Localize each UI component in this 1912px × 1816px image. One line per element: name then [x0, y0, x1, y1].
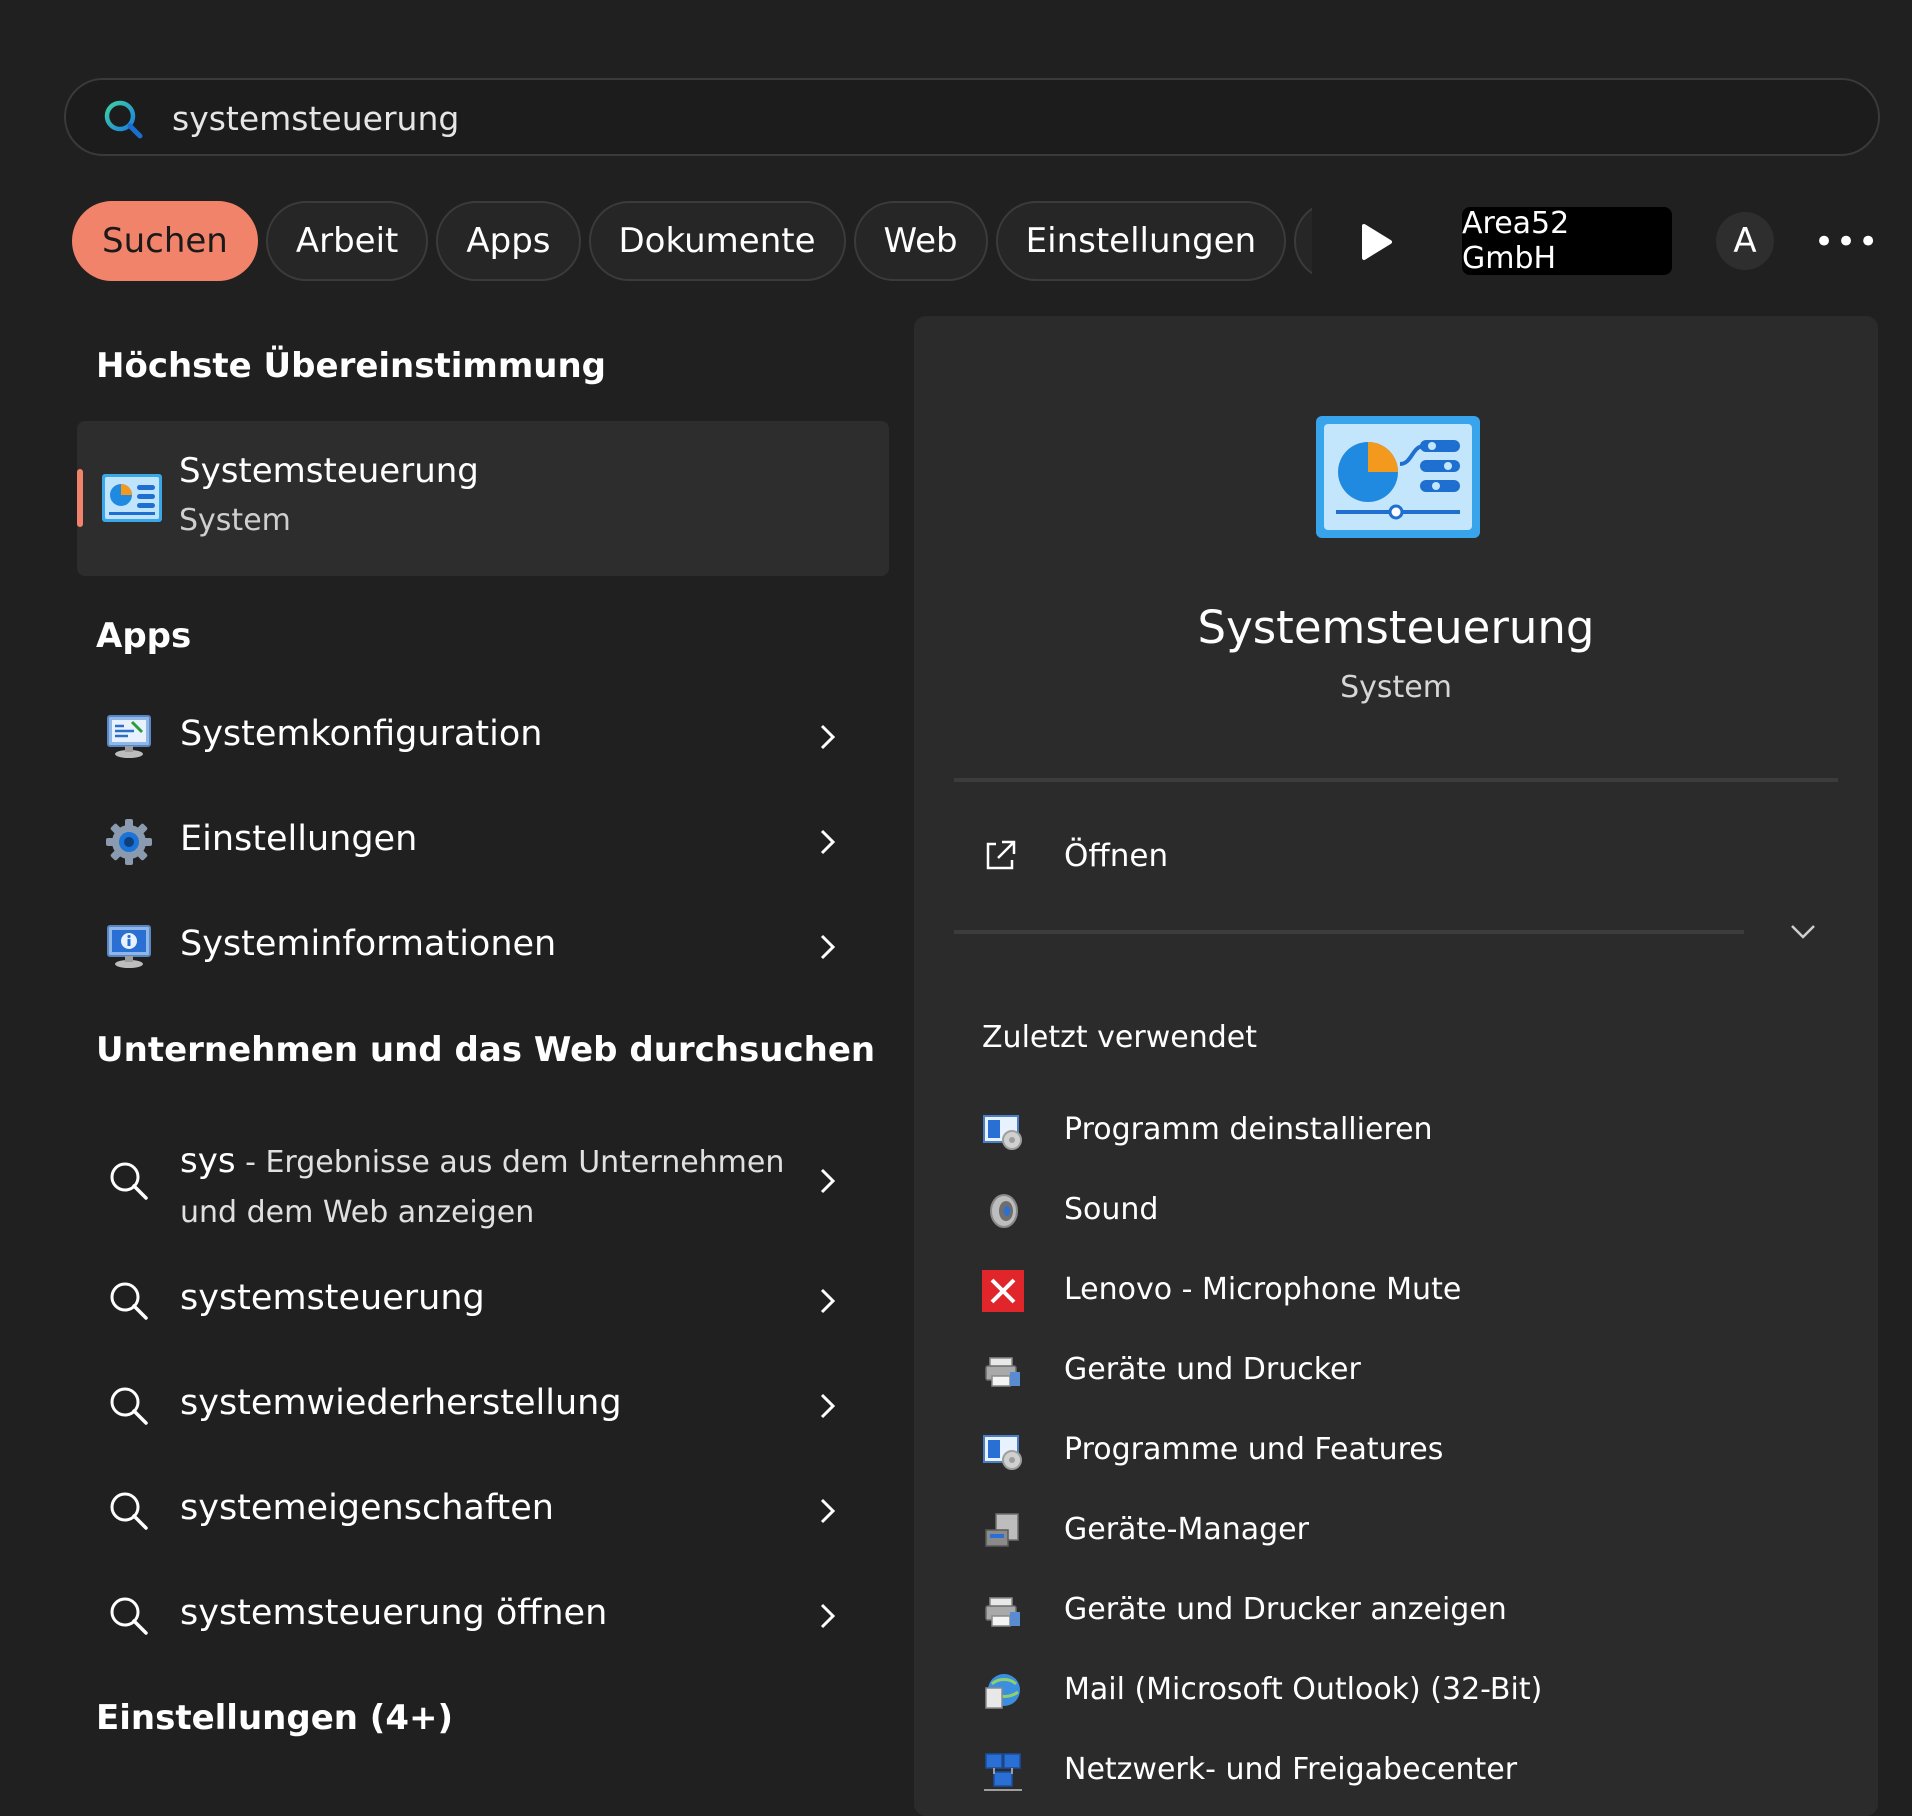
- app-result-systemkonfiguration[interactable]: Systemkonfiguration: [96, 692, 876, 782]
- search-window: SuchenArbeitAppsDokumenteWebEinstellunge…: [4, 0, 1912, 1816]
- chevron-right-icon[interactable]: [816, 1389, 840, 1423]
- programs-icon: [983, 1115, 1022, 1150]
- open-external-icon: [986, 840, 1016, 870]
- recent-item[interactable]: Geräte und Drucker: [982, 1340, 1782, 1400]
- recent-item[interactable]: Programme und Features: [982, 1420, 1782, 1480]
- recent-item[interactable]: Programm deinstallieren: [982, 1100, 1782, 1160]
- tab-dokumente[interactable]: Dokumente: [588, 201, 846, 281]
- control-panel-icon: [102, 474, 162, 522]
- org-badge[interactable]: Area52 GmbH: [1462, 206, 1672, 276]
- web-result-label: systemwiederherstellung: [180, 1383, 622, 1423]
- network-icon: [984, 1753, 1022, 1791]
- programs-icon: [983, 1435, 1022, 1470]
- preview-subtitle: System: [1340, 670, 1452, 705]
- settings-gear-icon: [106, 819, 152, 865]
- system-information-icon: [107, 925, 151, 968]
- app-result-einstellungen[interactable]: Einstellungen: [96, 797, 876, 887]
- recent-item[interactable]: Sound: [982, 1180, 1782, 1240]
- more-options-icon[interactable]: •••: [1814, 222, 1878, 262]
- web-result-systemsteuerung-oeffnen[interactable]: systemsteuerung öffnen: [96, 1571, 876, 1661]
- recent-item-label: Programm deinstallieren: [1064, 1112, 1433, 1147]
- open-action[interactable]: Öffnen: [982, 828, 1582, 888]
- preview-title: Systemsteuerung: [1197, 601, 1595, 654]
- chevron-right-icon[interactable]: [816, 930, 840, 964]
- chevron-right-icon[interactable]: [816, 825, 840, 859]
- recent-item-label: Netzwerk- und Freigabecenter: [1064, 1752, 1518, 1787]
- search-icon: [110, 1597, 148, 1635]
- printer-icon: [985, 1597, 1020, 1627]
- recent-item[interactable]: Geräte und Drucker anzeigen: [982, 1580, 1782, 1640]
- chevron-right-icon[interactable]: [816, 1284, 840, 1318]
- search-icon: [110, 1282, 148, 1320]
- chevron-right-icon[interactable]: [816, 1599, 840, 1633]
- recent-item[interactable]: Netzwerk- und Freigabecenter: [982, 1740, 1782, 1800]
- chevron-right-icon[interactable]: [816, 720, 840, 754]
- recent-item-label: Geräte und Drucker anzeigen: [1064, 1592, 1507, 1627]
- avatar[interactable]: A: [1716, 212, 1774, 270]
- mail-icon: [985, 1674, 1020, 1709]
- web-result-systemwiederherstellung[interactable]: systemwiederherstellung: [96, 1361, 876, 1451]
- preview-panel: Systemsteuerung System Öffnen Zuletzt ve…: [914, 316, 1878, 1816]
- web-result-text: sys - Ergebnisse aus dem Unternehmen und…: [180, 1136, 784, 1238]
- recent-heading: Zuletzt verwendet: [982, 1020, 1257, 1055]
- scroll-tabs-icon[interactable]: [1356, 220, 1396, 264]
- web-result-label: systemsteuerung: [180, 1278, 485, 1318]
- divider: [954, 778, 1838, 782]
- app-result-label: Systemkonfiguration: [180, 714, 543, 754]
- web-result-systemsteuerung[interactable]: systemsteuerung: [96, 1256, 876, 1346]
- web-result-line1: - Ergebnisse aus dem Unternehmen: [235, 1145, 785, 1180]
- settings-heading[interactable]: Einstellungen (4+): [96, 1698, 453, 1738]
- app-result-systeminformationen[interactable]: Systeminformationen: [96, 902, 876, 992]
- best-match-subtitle: System: [179, 503, 291, 538]
- search-bar[interactable]: [64, 78, 1880, 156]
- tab-arbeit[interactable]: Arbeit: [265, 201, 429, 281]
- tab-web[interactable]: Web: [853, 201, 988, 281]
- device-manager-icon: [985, 1513, 1019, 1547]
- recent-item-label: Geräte und Drucker: [1064, 1352, 1361, 1387]
- app-result-label: Systeminformationen: [180, 924, 557, 964]
- web-result-line2: und dem Web anzeigen: [180, 1195, 535, 1230]
- tab-apps[interactable]: Apps: [436, 201, 581, 281]
- recent-item-label: Geräte-Manager: [1064, 1512, 1309, 1547]
- search-input[interactable]: [170, 92, 1774, 144]
- system-configuration-icon: [107, 715, 151, 758]
- recent-item-label: Mail (Microsoft Outlook) (32-Bit): [1064, 1672, 1543, 1707]
- tab-einstellungen[interactable]: Einstellungen: [995, 201, 1287, 281]
- filter-tabs: Suchen Arbeit Apps Dokumente Web Einstellunge…: [72, 201, 1312, 281]
- tab-personen[interactable]: Pe: [1294, 201, 1312, 281]
- web-result-label: systemeigenschaften: [180, 1488, 554, 1528]
- web-result-systemeigenschaften[interactable]: systemeigenschaften: [96, 1466, 876, 1556]
- recent-item-label: Sound: [1064, 1192, 1159, 1227]
- web-result-query: sys: [180, 1141, 236, 1181]
- best-match-heading: Höchste Übereinstimmung: [96, 346, 606, 386]
- selection-indicator: [77, 469, 83, 527]
- divider: [954, 930, 1744, 934]
- open-label: Öffnen: [1064, 838, 1169, 874]
- control-panel-icon: [1316, 416, 1480, 538]
- search-icon: [110, 1162, 148, 1200]
- best-match-title: Systemsteuerung: [179, 451, 479, 491]
- apps-heading: Apps: [96, 616, 192, 656]
- chevron-right-icon[interactable]: [816, 1164, 840, 1198]
- recent-item-label: Programme und Features: [1064, 1432, 1444, 1467]
- recent-item[interactable]: Geräte-Manager: [982, 1500, 1782, 1560]
- search-icon: [110, 1492, 148, 1530]
- tab-suchen[interactable]: Suchen: [72, 201, 258, 281]
- recent-item[interactable]: Lenovo - Microphone Mute: [982, 1260, 1782, 1320]
- best-match-result[interactable]: Systemsteuerung System: [77, 421, 889, 576]
- speaker-icon: [990, 1194, 1018, 1228]
- printer-icon: [985, 1357, 1020, 1387]
- chevron-right-icon[interactable]: [816, 1494, 840, 1528]
- mic-mute-icon: [982, 1270, 1024, 1312]
- recent-item-label: Lenovo - Microphone Mute: [1064, 1272, 1462, 1307]
- app-result-label: Einstellungen: [180, 819, 418, 859]
- recent-item[interactable]: Mail (Microsoft Outlook) (32-Bit): [982, 1660, 1782, 1720]
- search-icon: [104, 100, 143, 139]
- chevron-down-icon[interactable]: [1788, 922, 1818, 942]
- web-search-heading: Unternehmen und das Web durchsuchen: [96, 1030, 876, 1070]
- search-icon: [110, 1387, 148, 1425]
- web-result-sys[interactable]: sys - Ergebnisse aus dem Unternehmen und…: [96, 1120, 876, 1240]
- web-result-label: systemsteuerung öffnen: [180, 1593, 608, 1633]
